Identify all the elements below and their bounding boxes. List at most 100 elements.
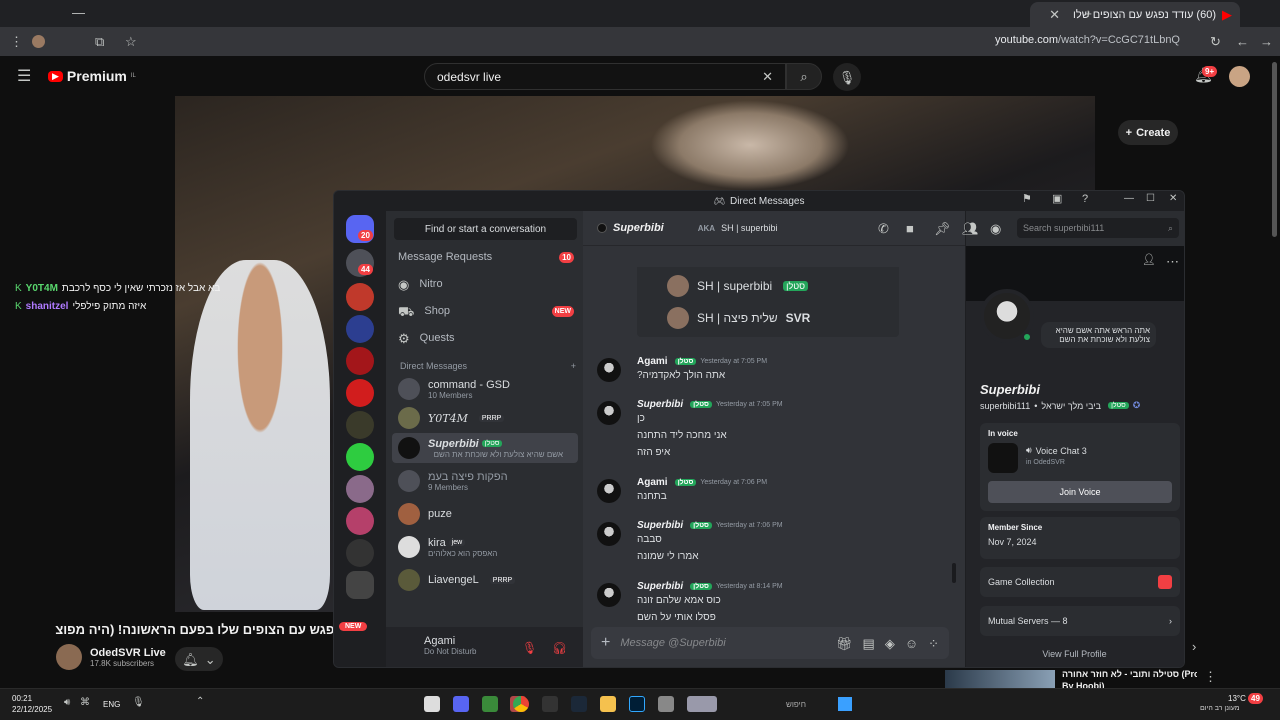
- voice-search-button[interactable]: 🎙︎: [833, 63, 861, 91]
- maximize-window-icon[interactable]: ☐: [1146, 194, 1155, 204]
- server-icon[interactable]: [346, 443, 374, 471]
- hamburger-menu-icon[interactable]: ☰: [17, 69, 31, 85]
- nav-quests[interactable]: ⚙ Quests: [398, 326, 574, 350]
- minimize-icon[interactable]: —: [72, 6, 85, 19]
- game-collection-row[interactable]: Game Collection: [980, 567, 1180, 597]
- apps-icon[interactable]: ⁘: [928, 637, 939, 650]
- youtube-logo[interactable]: ▶ Premium IL: [48, 68, 136, 84]
- server-icon-svr[interactable]: [346, 283, 374, 311]
- explorer-taskbar-icon[interactable]: [600, 696, 616, 712]
- nav-nitro[interactable]: ◉ Nitro: [398, 272, 574, 296]
- channel-avatar[interactable]: [56, 644, 82, 670]
- photoshop-taskbar-icon[interactable]: [629, 696, 645, 712]
- browser-tab[interactable]: ▶ (60) עודד נפגש עם הצופים שלו ✕: [1030, 2, 1240, 27]
- message-avatar[interactable]: [597, 583, 621, 607]
- close-tab-icon[interactable]: ✕: [1049, 8, 1060, 21]
- video-call-icon[interactable]: ■: [906, 222, 914, 235]
- scrollbar[interactable]: [1272, 62, 1277, 237]
- dm-item[interactable]: puze: [392, 499, 578, 529]
- next-arrow-icon[interactable]: ›: [1192, 640, 1196, 653]
- nav-shop[interactable]: ⛟ Shop NEW: [398, 299, 574, 323]
- server-icon[interactable]: [346, 315, 374, 343]
- gif-icon[interactable]: ▤: [863, 637, 875, 650]
- search-box-label[interactable]: חיפוש: [786, 700, 806, 709]
- server-icon[interactable]: [346, 507, 374, 535]
- search-input[interactable]: odedsvr live ✕: [424, 63, 786, 90]
- help-icon[interactable]: ?: [1082, 194, 1088, 205]
- clear-search-icon[interactable]: ✕: [762, 70, 773, 83]
- message-avatar[interactable]: [597, 479, 621, 503]
- create-button[interactable]: + Create: [1118, 120, 1178, 145]
- message-input[interactable]: + Message @Superbibi 🎁︎ ▤ ◈ ☺ ⁘: [591, 627, 949, 659]
- attach-plus-icon[interactable]: +: [601, 634, 610, 652]
- discord-taskbar-icon[interactable]: [453, 696, 469, 712]
- chrome-taskbar-icon[interactable]: [513, 696, 529, 712]
- windows-start-icon[interactable]: [838, 697, 852, 711]
- taskbar-app-icon[interactable]: [687, 696, 717, 712]
- message-author[interactable]: Superbibi: [637, 520, 683, 531]
- new-dm-plus-icon[interactable]: +: [571, 361, 576, 371]
- account-avatar[interactable]: [1229, 66, 1250, 87]
- dm-item[interactable]: הפקות פיצה בעמ 9 Members: [392, 466, 578, 496]
- menu-dots-icon[interactable]: ⋮: [10, 35, 23, 48]
- close-window-icon[interactable]: ✕: [1169, 194, 1177, 204]
- channel-name[interactable]: OdedSVR Live: [90, 647, 166, 659]
- dm-item[interactable]: Y0T4M PRRP: [392, 403, 578, 433]
- forward-icon[interactable]: ←: [1236, 35, 1249, 48]
- server-icon[interactable]: [346, 347, 374, 375]
- back-icon[interactable]: →: [1260, 35, 1273, 48]
- chat-scrollbar[interactable]: [952, 563, 956, 583]
- call-icon[interactable]: ✆: [878, 222, 889, 235]
- epic-taskbar-icon[interactable]: [542, 696, 558, 712]
- find-conversation-button[interactable]: Find or start a conversation: [394, 218, 577, 240]
- subscribed-button[interactable]: 🔔︎ ⌄: [175, 647, 223, 671]
- new-tab-icon[interactable]: +: [1084, 7, 1092, 20]
- clock-time[interactable]: 00:21: [12, 693, 52, 704]
- pin-icon[interactable]: 📌︎: [934, 222, 951, 235]
- weather-temp[interactable]: 13°C: [1228, 694, 1246, 703]
- side-video-more-icon[interactable]: ⋮: [1204, 670, 1217, 683]
- language-indicator[interactable]: ENG: [103, 700, 120, 709]
- steam-taskbar-icon[interactable]: [571, 696, 587, 712]
- dm-item[interactable]: LiavengeL PRRP: [392, 565, 578, 595]
- address-bar[interactable]: youtube.com/watch?v=CcGC71tLbnQ: [995, 34, 1180, 46]
- search-button[interactable]: ⌕: [786, 63, 822, 90]
- mic-tray-icon[interactable]: 🎙︎: [132, 698, 145, 708]
- server-icon[interactable]: [346, 539, 374, 567]
- tray-chevron-up-icon[interactable]: ⌃: [196, 697, 204, 707]
- message-author[interactable]: Agami: [637, 356, 668, 367]
- volume-icon[interactable]: 🔊︎: [64, 698, 70, 708]
- profile-avatar[interactable]: [32, 35, 45, 48]
- taskbar-app-icon[interactable]: [424, 696, 440, 712]
- server-icon-police[interactable]: [346, 411, 374, 439]
- side-video-thumbnail[interactable]: [945, 670, 1055, 688]
- message-author[interactable]: Superbibi: [637, 399, 683, 410]
- emoji-icon[interactable]: ☺: [905, 637, 918, 650]
- server-icon[interactable]: [346, 571, 374, 599]
- message-author[interactable]: Agami: [637, 477, 668, 488]
- join-voice-button[interactable]: Join Voice: [988, 481, 1172, 503]
- gift-icon[interactable]: 🎁︎: [836, 637, 853, 650]
- mutual-servers-row[interactable]: Mutual Servers — 8 ›: [980, 606, 1180, 636]
- dm-item[interactable]: kira jew האפסק הוא כאלוהים: [392, 532, 578, 562]
- view-full-profile[interactable]: View Full Profile: [964, 649, 1185, 659]
- user-profile-icon[interactable]: ◉: [990, 222, 1001, 235]
- sticker-icon[interactable]: ◈: [885, 637, 895, 650]
- message-avatar[interactable]: [597, 522, 621, 546]
- message-author[interactable]: Superbibi: [637, 581, 683, 592]
- taskbar-app-icon[interactable]: [482, 696, 498, 712]
- screen-icon[interactable]: ▣: [1052, 194, 1062, 205]
- extensions-icon[interactable]: ⧉: [95, 35, 104, 48]
- network-icon[interactable]: ⌘: [80, 698, 90, 708]
- server-icon[interactable]: [346, 379, 374, 407]
- user-name[interactable]: Agami: [424, 635, 476, 647]
- reload-icon[interactable]: ↻: [1210, 35, 1221, 48]
- add-friend-banner-icon[interactable]: 👤︎: [1142, 255, 1156, 266]
- taskbar-app-icon[interactable]: [658, 696, 674, 712]
- side-video-title[interactable]: סטילה ותובי - לא חוזר אחורה (Prod.: [1062, 669, 1197, 679]
- nav-message-requests[interactable]: Message Requests 10: [398, 245, 574, 269]
- mute-mic-icon[interactable]: 🎙︎: [522, 641, 537, 655]
- header-name[interactable]: Superbibi: [613, 222, 664, 234]
- channel-info[interactable]: OdedSVR Live 17.8K subscribers: [56, 644, 166, 670]
- minimize-window-icon[interactable]: —: [1124, 194, 1134, 204]
